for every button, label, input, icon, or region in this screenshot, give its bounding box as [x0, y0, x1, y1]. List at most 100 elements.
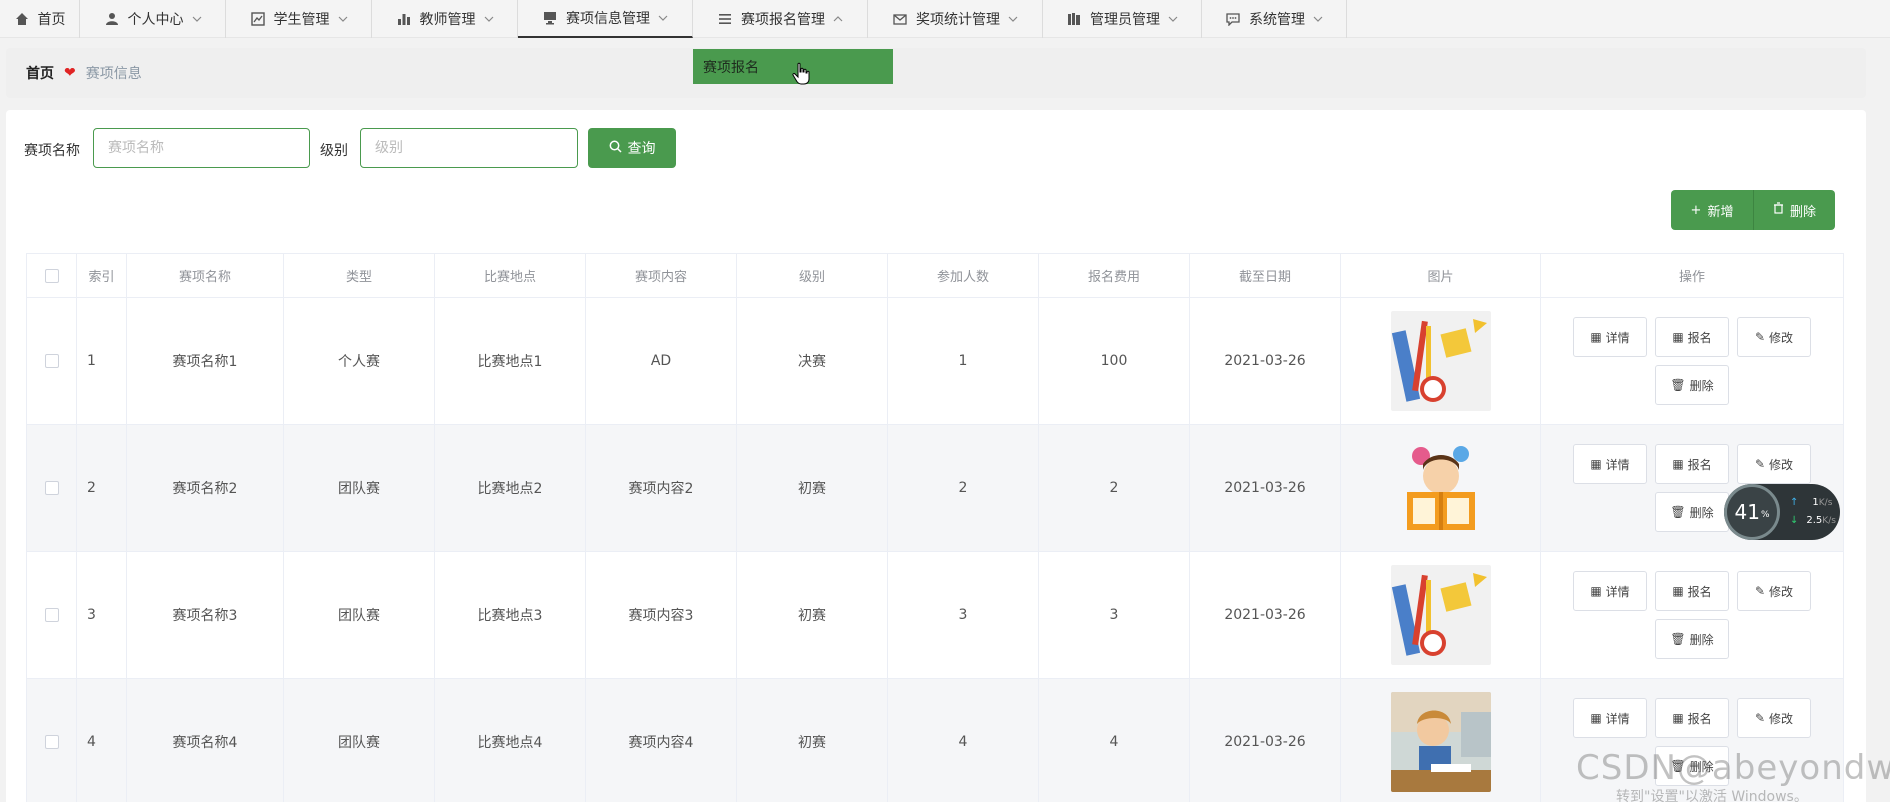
detail-label: 详情	[1605, 584, 1630, 599]
header-select-all[interactable]	[27, 254, 77, 297]
edit-button[interactable]: ✎ 修改	[1737, 571, 1811, 611]
signup-button[interactable]: ▦ 报名	[1655, 698, 1729, 738]
cell-image	[1341, 425, 1541, 551]
row-select[interactable]	[27, 298, 77, 424]
cell-location: 比赛地点3	[435, 552, 586, 678]
speed-rates: ↑ 1K/s ↓ 2.5K/s	[1790, 494, 1836, 530]
table-header-row: 索引 赛项名称 类型 比赛地点 赛项内容 级别 参加人数 报名费用 截至日期 图…	[27, 254, 1844, 298]
edit-button[interactable]: ✎ 修改	[1737, 698, 1811, 738]
top-nav: 首页 个人中心 学生管理 教师管理 赛项信息管理 赛项报名管理 奖项统计管理 管…	[0, 0, 1890, 38]
nav-item-personal-center[interactable]: 个人中心	[80, 0, 226, 38]
breadcrumb-home[interactable]: 首页	[26, 63, 54, 83]
row-checkbox[interactable]	[44, 735, 59, 749]
cell-fee: 4	[1039, 679, 1190, 802]
nav-item-home[interactable]: 首页	[0, 0, 80, 38]
speed-percent-circle: 41%	[1724, 484, 1780, 540]
nav-item-system-management[interactable]: 系统管理	[1202, 0, 1347, 38]
nav-item-student-management[interactable]: 学生管理	[226, 0, 372, 38]
doc-icon: ▦	[1590, 584, 1602, 598]
chat-icon	[1225, 11, 1241, 27]
edit-button[interactable]: ✎ 修改	[1737, 317, 1811, 357]
nav-item-contest-info-management[interactable]: 赛项信息管理	[518, 0, 693, 38]
cell-level: 初赛	[737, 679, 888, 802]
select-all-checkbox[interactable]	[44, 268, 59, 283]
delete-button[interactable]: 🗑 删除	[1655, 619, 1729, 659]
cell-participants: 3	[888, 552, 1039, 678]
edit-label: 修改	[1769, 584, 1794, 599]
signup-button[interactable]: ▦ 报名	[1655, 444, 1729, 484]
cell-fee: 3	[1039, 552, 1190, 678]
trash-icon: 🗑	[1670, 378, 1686, 392]
signup-button[interactable]: ▦ 报名	[1655, 317, 1729, 357]
chart-icon	[250, 11, 266, 27]
nav-item-contest-signup-management[interactable]: 赛项报名管理	[693, 0, 868, 38]
cell-image	[1341, 679, 1541, 802]
edit-label: 修改	[1769, 457, 1794, 472]
row-checkbox[interactable]	[44, 354, 59, 368]
watermark: CSDN@abeyondwild	[1576, 748, 1890, 788]
pencil-icon: ✎	[1754, 711, 1766, 725]
contest-name-input[interactable]	[93, 128, 310, 168]
table-row: 4 赛项名称4 团队赛 比赛地点4 赛项内容4 初赛 4 4 2021-03-2…	[27, 679, 1844, 802]
doc-icon: ▦	[1590, 711, 1602, 725]
nav-item-teacher-management[interactable]: 教师管理	[372, 0, 518, 38]
doc-icon: ▦	[1590, 330, 1602, 344]
edit-button[interactable]: ✎ 修改	[1737, 444, 1811, 484]
signup-button[interactable]: ▦ 报名	[1655, 571, 1729, 611]
delete-label: 删除	[1689, 378, 1714, 393]
cell-content: 赛项内容2	[586, 425, 737, 551]
student-photo-image	[1390, 692, 1491, 792]
signup-label: 报名	[1687, 711, 1712, 726]
cell-participants: 1	[888, 298, 1039, 424]
chevron-up-icon	[833, 14, 843, 24]
table-row: 1 赛项名称1 个人赛 比赛地点1 AD 决赛 1 100 2021-03-26…	[27, 298, 1844, 425]
delete-label: 删除	[1689, 632, 1714, 647]
delete-button[interactable]: 🗑 删除	[1655, 492, 1729, 532]
cell-fee: 2	[1039, 425, 1190, 551]
list-icon	[717, 11, 733, 27]
plus-icon: +	[1690, 202, 1702, 218]
trash-icon	[1773, 202, 1784, 218]
network-speed-widget[interactable]: 41% ↑ 1K/s ↓ 2.5K/s	[1724, 484, 1840, 540]
add-button[interactable]: + 新增	[1671, 190, 1753, 230]
edit-label: 修改	[1769, 330, 1794, 345]
detail-button[interactable]: ▦ 详情	[1573, 444, 1647, 484]
row-checkbox[interactable]	[44, 608, 59, 622]
detail-button[interactable]: ▦ 详情	[1573, 698, 1647, 738]
search-icon	[609, 140, 622, 157]
header-cell: 赛项名称	[127, 254, 284, 297]
row-select[interactable]	[27, 425, 77, 551]
cell-deadline: 2021-03-26	[1190, 425, 1341, 551]
add-button-label: 新增	[1707, 204, 1734, 220]
detail-button[interactable]: ▦ 详情	[1573, 317, 1647, 357]
home-icon	[14, 11, 30, 27]
cell-level: 初赛	[737, 552, 888, 678]
windows-activation-note: 转到"设置"以激活 Windows。	[1616, 789, 1808, 802]
row-select[interactable]	[27, 552, 77, 678]
cell-type: 团队赛	[284, 552, 435, 678]
cell-fee: 100	[1039, 298, 1190, 424]
stationery-image	[1390, 311, 1491, 411]
nav-item-admin-management[interactable]: 管理员管理	[1043, 0, 1202, 38]
cell-type: 个人赛	[284, 298, 435, 424]
cell-image	[1341, 552, 1541, 678]
pencil-icon: ✎	[1754, 330, 1766, 344]
row-select[interactable]	[27, 679, 77, 802]
cell-deadline: 2021-03-26	[1190, 552, 1341, 678]
cell-type: 团队赛	[284, 679, 435, 802]
detail-button[interactable]: ▦ 详情	[1573, 571, 1647, 611]
nav-item-label: 奖项统计管理	[916, 12, 1000, 28]
cell-location: 比赛地点1	[435, 298, 586, 424]
level-input[interactable]	[360, 128, 578, 168]
detail-label: 详情	[1605, 330, 1630, 345]
row-checkbox[interactable]	[44, 481, 59, 495]
chevron-down-icon	[658, 13, 668, 23]
delete-button[interactable]: 🗑 删除	[1655, 365, 1729, 405]
cell-index: 1	[77, 298, 127, 424]
nav-item-award-stats-management[interactable]: 奖项统计管理	[868, 0, 1043, 38]
download-speed-unit: K/s	[1822, 516, 1836, 526]
breadcrumb: 首页 ❤ 赛项信息	[6, 48, 1866, 98]
batch-delete-button[interactable]: 删除	[1753, 190, 1835, 230]
query-button[interactable]: 查询	[588, 128, 676, 168]
book-icon	[1066, 11, 1082, 27]
